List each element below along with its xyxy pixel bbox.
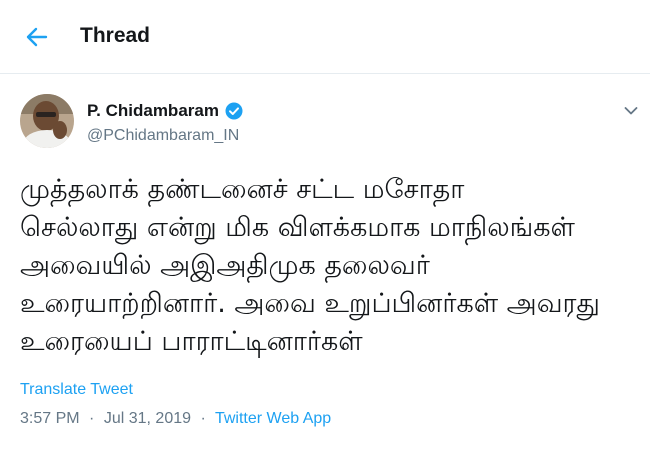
author-name[interactable]: P. Chidambaram (87, 101, 219, 121)
avatar[interactable] (20, 94, 74, 148)
verified-badge-icon (225, 102, 243, 120)
tweet-date[interactable]: Jul 31, 2019 (104, 410, 191, 427)
meta-separator: · (89, 410, 95, 427)
tweet-meta: 3:57 PM · Jul 31, 2019 · Twitter Web App (20, 410, 331, 428)
translate-tweet-link[interactable]: Translate Tweet (20, 381, 133, 399)
back-button[interactable] (18, 20, 56, 54)
tweet-source-link[interactable]: Twitter Web App (215, 410, 331, 427)
tweet-text: முத்தலாக் தண்டனைச் சட்ட மசோதா செல்லாது எ… (20, 174, 600, 357)
author-name-row: P. Chidambaram (87, 101, 243, 121)
tweet-menu-button[interactable] (620, 100, 642, 122)
thread-header: Thread (0, 0, 650, 74)
author-handle[interactable]: @PChidambaram_IN (87, 127, 239, 145)
meta-separator: · (200, 410, 206, 427)
arrow-left-icon (26, 27, 48, 47)
page-title: Thread (80, 24, 151, 47)
tweet-time[interactable]: 3:57 PM (20, 410, 80, 427)
chevron-down-icon (624, 107, 638, 115)
